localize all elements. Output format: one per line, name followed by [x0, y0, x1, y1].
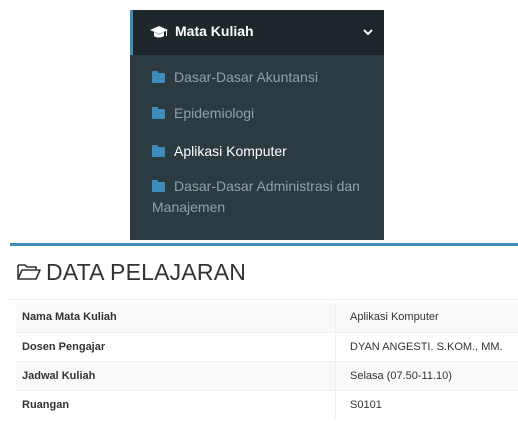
table-row: Jadwal Kuliah Selasa (07.50-11.10) — [16, 361, 518, 390]
folder-icon — [152, 107, 165, 119]
row-value: Aplikasi Komputer — [350, 311, 439, 324]
sidebar-item-label: Epidemiologi — [174, 105, 255, 121]
sidebar-item-label: Aplikasi Komputer — [174, 143, 287, 159]
submenu: Dasar-Dasar Akuntansi Epidemiologi Aplik… — [130, 55, 384, 240]
folder-icon — [152, 145, 165, 157]
row-label: Jadwal Kuliah — [16, 361, 336, 390]
data-pelajaran-panel: DATA PELAJARAN Nama Mata Kuliah Aplikasi… — [10, 243, 518, 421]
row-label: Dosen Pengajar — [16, 332, 336, 361]
sidebar-item-epidemiologi[interactable]: Epidemiologi — [152, 103, 380, 124]
row-value: S0101 — [350, 398, 382, 411]
sidebar-item-dasar-akuntansi[interactable]: Dasar-Dasar Akuntansi — [152, 67, 380, 88]
row-label: Nama Mata Kuliah — [16, 303, 336, 332]
folder-icon — [152, 180, 165, 192]
table-row: Nama Mata Kuliah Aplikasi Komputer — [16, 303, 518, 332]
table-row: Dosen Pengajar DYAN ANGESTI. S.KOM., MM. — [16, 332, 518, 361]
row-value: DYAN ANGESTI. S.KOM., MM. — [350, 340, 503, 353]
panel-title-text: DATA PELAJARAN — [46, 259, 247, 285]
sidebar-menu: Mata Kuliah Dasar-Dasar Akuntansi Epidem… — [130, 10, 384, 240]
table-row: Ruangan S0101 — [16, 390, 518, 419]
sidebar-item-aplikasi-komputer[interactable]: Aplikasi Komputer — [152, 141, 380, 162]
sidebar-item-label: Dasar-Dasar Administrasi dan Manajemen — [152, 178, 360, 215]
sidebar-item-label: Dasar-Dasar Akuntansi — [174, 69, 318, 85]
sidebar-item-dasar-administrasi[interactable]: Dasar-Dasar Administrasi dan Manajemen — [152, 176, 380, 218]
chevron-down-icon[interactable] — [361, 25, 375, 39]
folder-icon — [152, 71, 165, 83]
row-value: Selasa (07.50-11.10) — [350, 369, 452, 382]
info-table: Nama Mata Kuliah Aplikasi Komputer Dosen… — [16, 303, 518, 419]
graduation-cap-icon — [150, 26, 168, 38]
menu-title: Mata Kuliah — [175, 23, 254, 39]
mata-kuliah-menu-header[interactable]: Mata Kuliah — [130, 10, 384, 55]
panel-title: DATA PELAJARAN — [16, 259, 246, 289]
panel-divider — [10, 299, 518, 300]
folder-open-icon — [17, 264, 41, 280]
row-label: Ruangan — [16, 390, 336, 419]
